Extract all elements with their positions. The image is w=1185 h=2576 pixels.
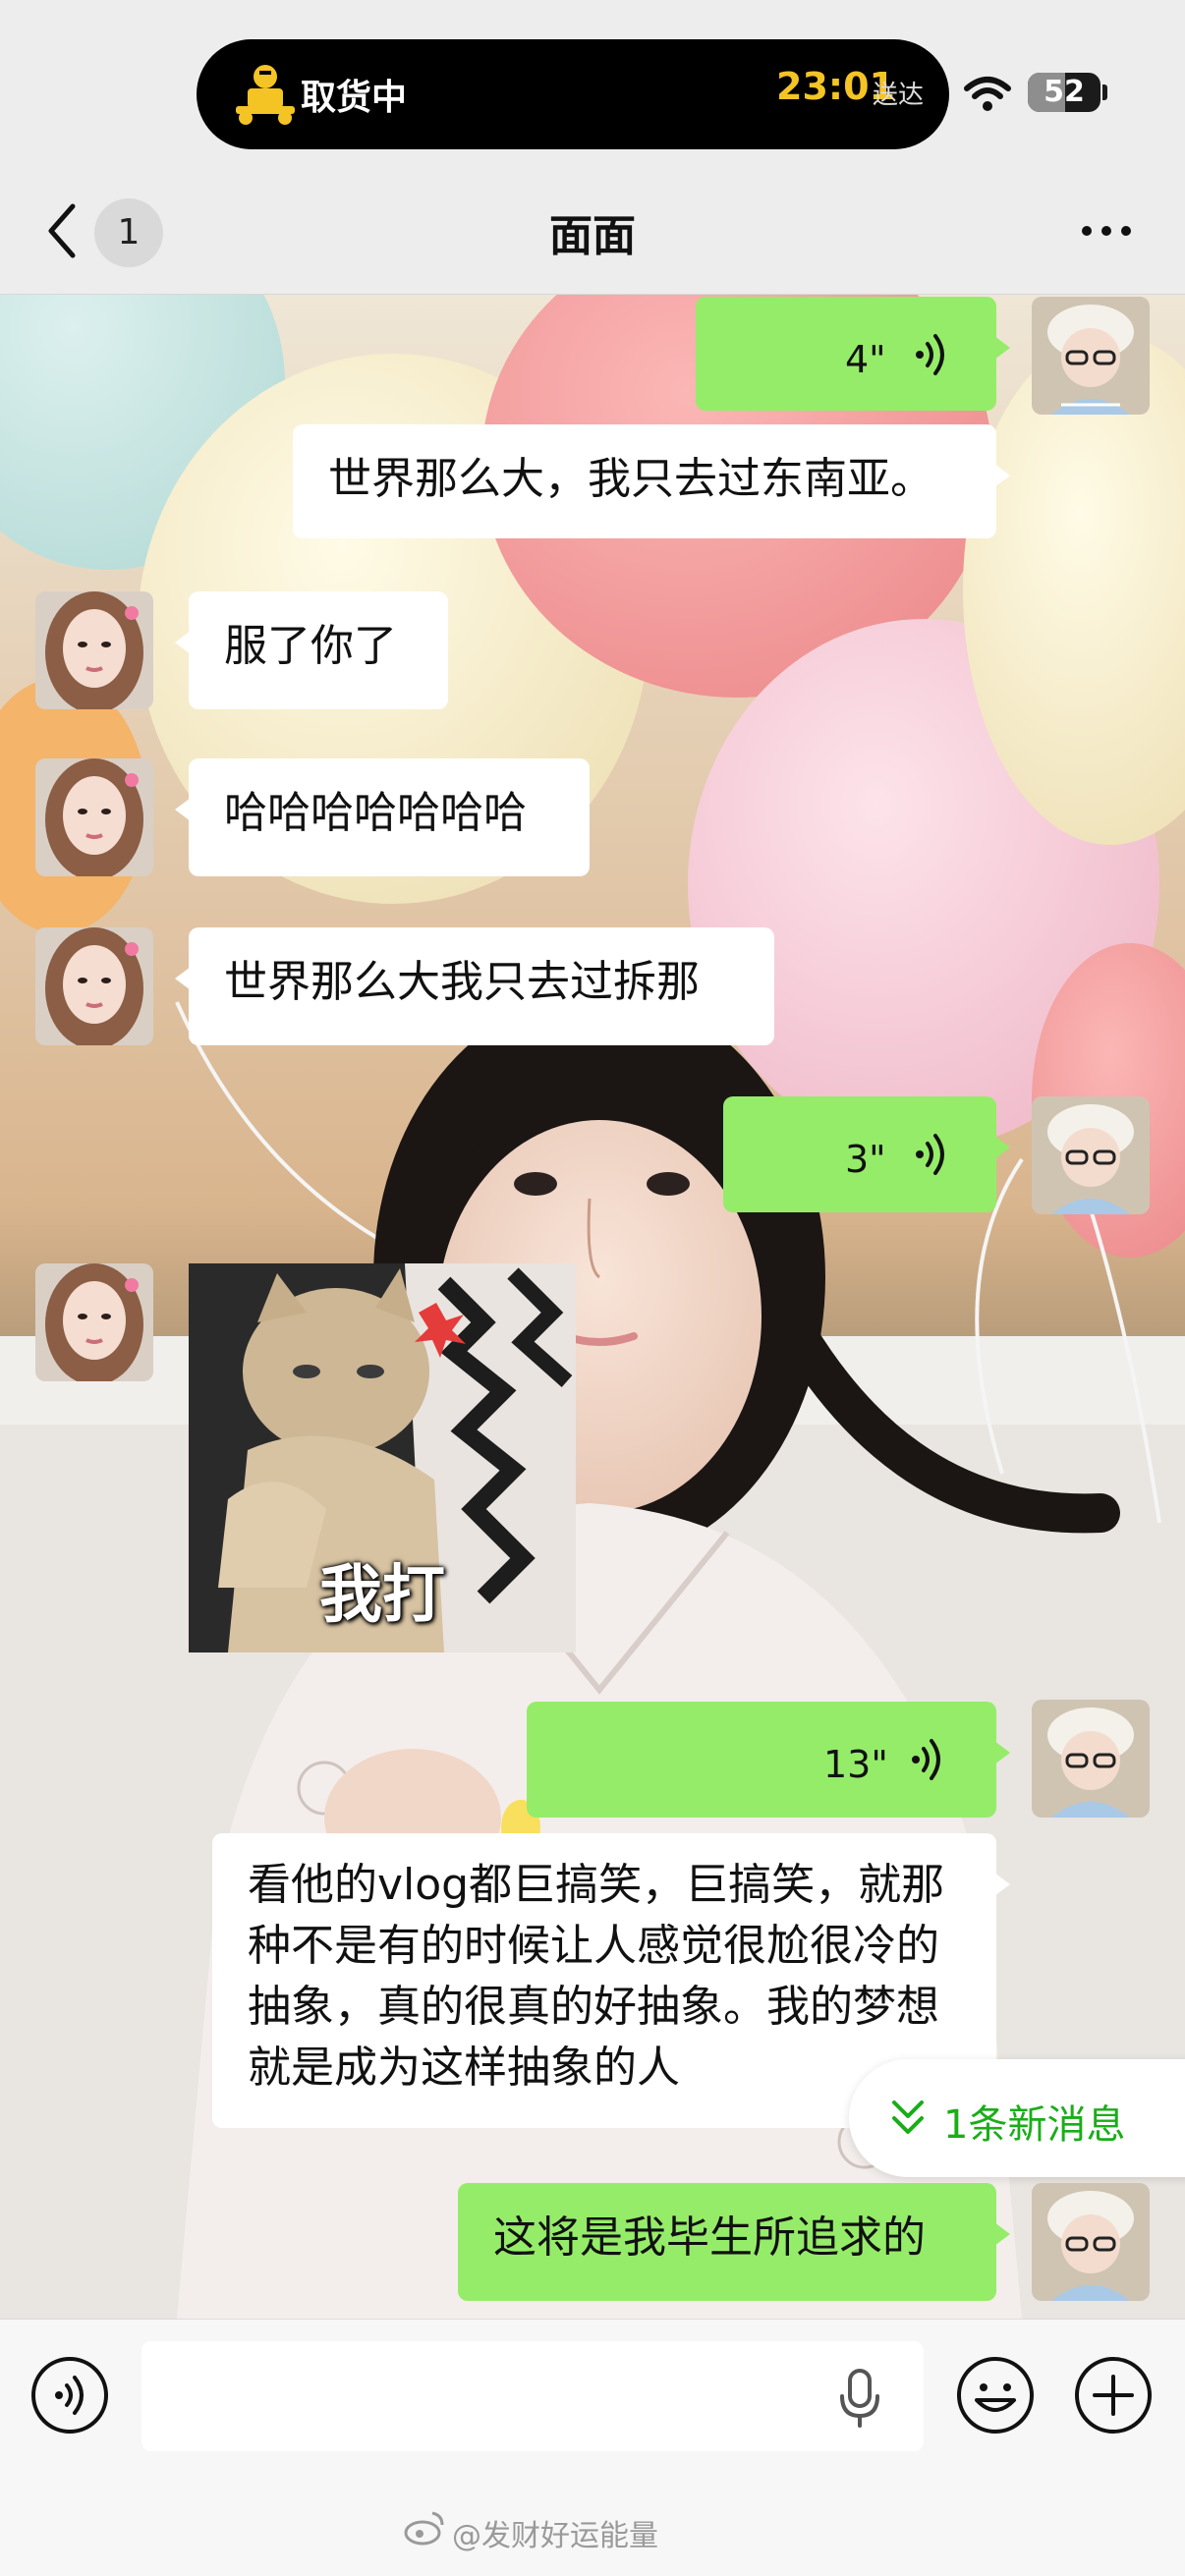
message-text: 看他的vlog都巨搞笑，巨搞笑，就那种不是有的时候让人感觉很尬很冷的抽象，真的很… <box>248 1860 945 2093</box>
voice-wave-icon <box>916 334 944 375</box>
battery-percent: 52 <box>1044 75 1085 109</box>
watermark-text: @发财好运能量 <box>452 2519 658 2553</box>
delivery-courier-icon <box>236 65 295 125</box>
contact-avatar[interactable] <box>35 1263 153 1381</box>
weibo-logo-icon <box>404 2511 444 2546</box>
double-chevron-down-icon <box>892 2100 924 2134</box>
dynamic-island-live-activity[interactable]: 取货中 23:01 送达 <box>197 39 949 149</box>
unread-count-badge[interactable]: 1 <box>94 198 163 267</box>
new-message-label: 1条新消息 <box>943 2102 1126 2148</box>
voice-input-toggle-icon[interactable] <box>29 2355 110 2436</box>
bottom-safe-area: @发财好运能量 <box>0 2497 1185 2576</box>
contact-avatar-image <box>35 591 153 709</box>
more-options-icon[interactable] <box>1077 216 1136 246</box>
status-bar: 取货中 23:01 送达 52 <box>0 0 1185 177</box>
battery-indicator: 52 <box>1028 73 1100 112</box>
wifi-icon <box>964 77 1011 111</box>
message-text: 哈哈哈哈哈哈哈 <box>224 788 527 838</box>
voice-wave-icon <box>912 1739 940 1780</box>
my-avatar-image <box>1032 1700 1150 1818</box>
my-avatar[interactable] <box>1032 1096 1150 1214</box>
message-bubble[interactable]: 哈哈哈哈哈哈哈 <box>175 758 590 876</box>
battery-nub <box>1102 84 1107 100</box>
delivery-status-label: 取货中 <box>301 78 408 118</box>
my-avatar[interactable] <box>1032 297 1150 415</box>
contact-avatar-image <box>35 927 153 1045</box>
new-message-indicator[interactable]: 1条新消息 <box>849 2059 1185 2177</box>
voice-duration: 13" <box>823 1743 888 1786</box>
chat-input-bar <box>0 2319 1185 2497</box>
voice-message-bubble[interactable]: 13" <box>527 1702 1010 1818</box>
sticker-caption: 我打 <box>319 1559 445 1632</box>
my-avatar-image <box>1032 2183 1150 2301</box>
back-chevron-icon[interactable] <box>39 198 88 263</box>
message-bubble[interactable]: 这将是我毕生所追求的 <box>458 2183 1010 2301</box>
message-bubble[interactable]: 服了你了 <box>175 591 448 709</box>
voice-wave-icon <box>916 1134 944 1175</box>
voice-duration: 3" <box>845 1138 886 1181</box>
contact-avatar-image <box>35 1263 153 1381</box>
voice-duration: 4" <box>845 338 886 381</box>
message-text: 世界那么大，我只去过东南亚。 <box>328 454 933 504</box>
chat-header: 1 面面 <box>0 177 1185 295</box>
contact-avatar-image <box>35 758 153 876</box>
contact-avatar[interactable] <box>35 927 153 1045</box>
chat-title: 面面 <box>549 211 636 261</box>
plus-icon[interactable] <box>1073 2355 1154 2436</box>
voice-message-bubble[interactable]: 4" <box>696 297 1010 411</box>
message-text: 这将是我毕生所追求的 <box>493 2212 926 2263</box>
message-text: 世界那么大我只去过拆那 <box>224 957 700 1007</box>
chat-message-list[interactable]: 4" 世界那么大，我只去过东南亚。 服了你了 哈哈哈哈哈哈哈 世界那么大我只去过… <box>0 295 1185 2319</box>
message-bubble[interactable]: 世界那么大我只去过拆那 <box>175 927 774 1045</box>
contact-avatar[interactable] <box>35 591 153 709</box>
microphone-icon[interactable] <box>837 2367 882 2430</box>
my-avatar-image <box>1032 1096 1150 1214</box>
delivery-eta-suffix: 送达 <box>873 81 925 110</box>
message-input[interactable] <box>141 2341 924 2451</box>
my-avatar[interactable] <box>1032 2183 1150 2301</box>
emoji-icon[interactable] <box>955 2355 1036 2436</box>
voice-message-bubble[interactable]: 3" <box>723 1096 1010 1212</box>
message-bubble[interactable]: 世界那么大，我只去过东南亚。 <box>293 424 1010 538</box>
message-text: 服了你了 <box>224 621 397 671</box>
my-avatar-image <box>1032 297 1150 415</box>
contact-avatar[interactable] <box>35 758 153 876</box>
sticker-message[interactable]: 我打 <box>189 1263 576 1652</box>
my-avatar[interactable] <box>1032 1700 1150 1818</box>
